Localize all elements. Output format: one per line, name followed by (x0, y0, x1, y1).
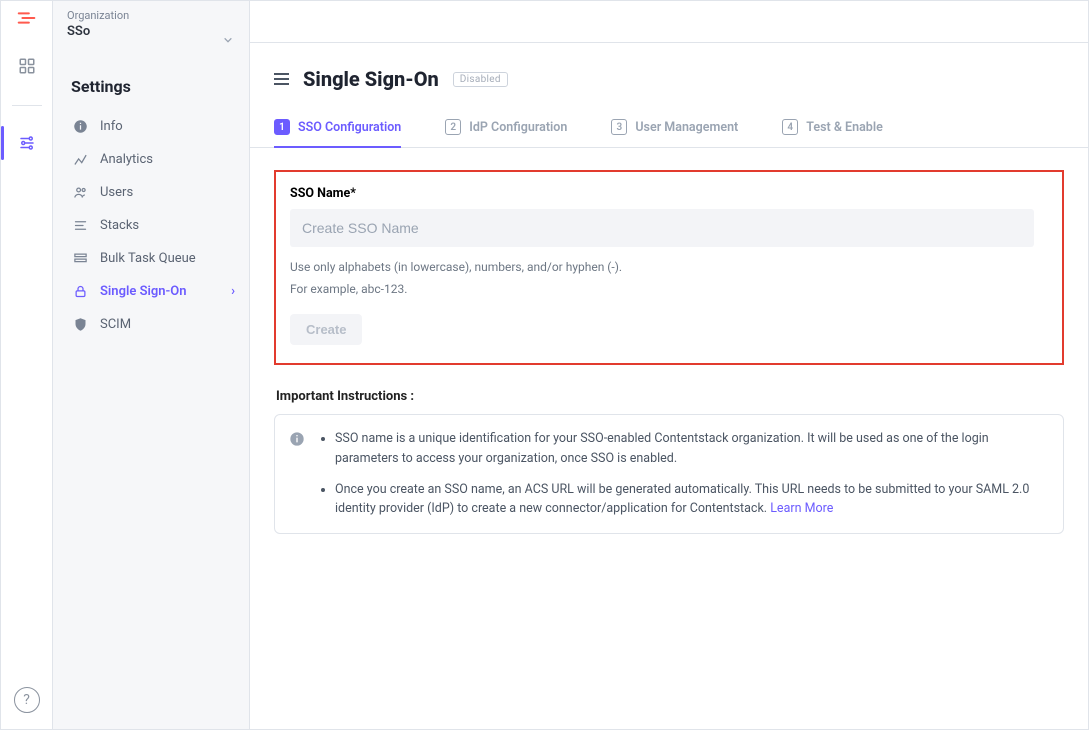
sidebar-item-stacks[interactable]: Stacks (53, 209, 249, 242)
sidebar-item-info[interactable]: Info (53, 110, 249, 143)
sidebar-item-analytics[interactable]: Analytics (53, 143, 249, 176)
queue-icon (71, 251, 89, 266)
sidebar-nav: Info Analytics Users Stacks Bulk Task Qu… (53, 110, 249, 341)
step-sso-configuration[interactable]: 1 SSO Configuration (274, 109, 401, 147)
info-icon (71, 119, 89, 134)
sidebar-item-label: Stacks (100, 218, 139, 233)
chevron-down-icon (223, 35, 233, 45)
sidebar-item-label: Analytics (100, 152, 153, 167)
learn-more-link[interactable]: Learn More (770, 501, 833, 516)
sidebar-item-label: Bulk Task Queue (100, 251, 196, 266)
instructions-title: Important Instructions : (276, 389, 1064, 404)
org-name: SSo (67, 24, 235, 39)
sidebar-item-scim[interactable]: SCIM (53, 308, 249, 341)
sidebar-item-single-sign-on[interactable]: Single Sign-On › (53, 275, 249, 308)
create-button[interactable]: Create (290, 314, 362, 345)
sso-name-label: SSO Name* (290, 186, 1034, 201)
lock-icon (71, 284, 89, 299)
help-icon[interactable]: ? (14, 687, 40, 713)
org-switcher[interactable]: Organization SSo (53, 9, 249, 49)
instructions-card: SSO name is a unique identification for … (274, 414, 1064, 534)
step-label: SSO Configuration (298, 120, 401, 135)
sidebar-item-label: Info (100, 119, 123, 134)
sidebar-item-label: SCIM (100, 317, 131, 332)
sso-name-input[interactable] (290, 209, 1034, 247)
shield-icon (71, 317, 89, 332)
sidebar-item-users[interactable]: Users (53, 176, 249, 209)
users-icon (71, 185, 89, 200)
step-idp-configuration[interactable]: 2 IdP Configuration (445, 109, 567, 147)
dashboard-icon[interactable] (12, 51, 42, 81)
step-test-enable[interactable]: 4 Test & Enable (782, 109, 883, 147)
settings-icon[interactable] (12, 128, 42, 158)
page-title: Single Sign-On (303, 67, 439, 91)
step-number: 3 (611, 119, 627, 135)
app-rail: ? (1, 1, 53, 729)
step-label: Test & Enable (806, 120, 883, 135)
stacks-icon (71, 218, 89, 233)
sidebar: Organization SSo Settings Info Analytics… (53, 1, 250, 729)
main-area: Single Sign-On Disabled 1 SSO Configurat… (250, 1, 1088, 729)
info-icon (289, 431, 305, 519)
menu-icon[interactable] (274, 73, 289, 85)
step-label: IdP Configuration (469, 120, 567, 135)
rail-divider (12, 105, 42, 106)
analytics-icon (71, 152, 89, 167)
status-badge: Disabled (453, 72, 508, 87)
step-user-management[interactable]: 3 User Management (611, 109, 738, 147)
step-label: User Management (635, 120, 738, 135)
sso-name-hint: Use only alphabets (in lowercase), numbe… (290, 257, 1034, 300)
chevron-right-icon: › (231, 284, 235, 299)
instruction-item: Once you create an SSO name, an ACS URL … (335, 480, 1045, 519)
step-number: 1 (274, 119, 290, 135)
step-number: 4 (782, 119, 798, 135)
instruction-item: SSO name is a unique identification for … (335, 429, 1045, 468)
step-number: 2 (445, 119, 461, 135)
sidebar-header: Settings (53, 49, 249, 110)
sidebar-item-label: Users (100, 185, 133, 200)
sso-config-form: SSO Name* Use only alphabets (in lowerca… (274, 170, 1064, 365)
top-bar (250, 1, 1088, 43)
brand-logo-icon (16, 7, 38, 29)
sidebar-item-bulk-task-queue[interactable]: Bulk Task Queue (53, 242, 249, 275)
org-label: Organization (67, 9, 235, 22)
sidebar-item-label: Single Sign-On (100, 284, 187, 299)
step-tabs: 1 SSO Configuration 2 IdP Configuration … (250, 109, 1088, 148)
